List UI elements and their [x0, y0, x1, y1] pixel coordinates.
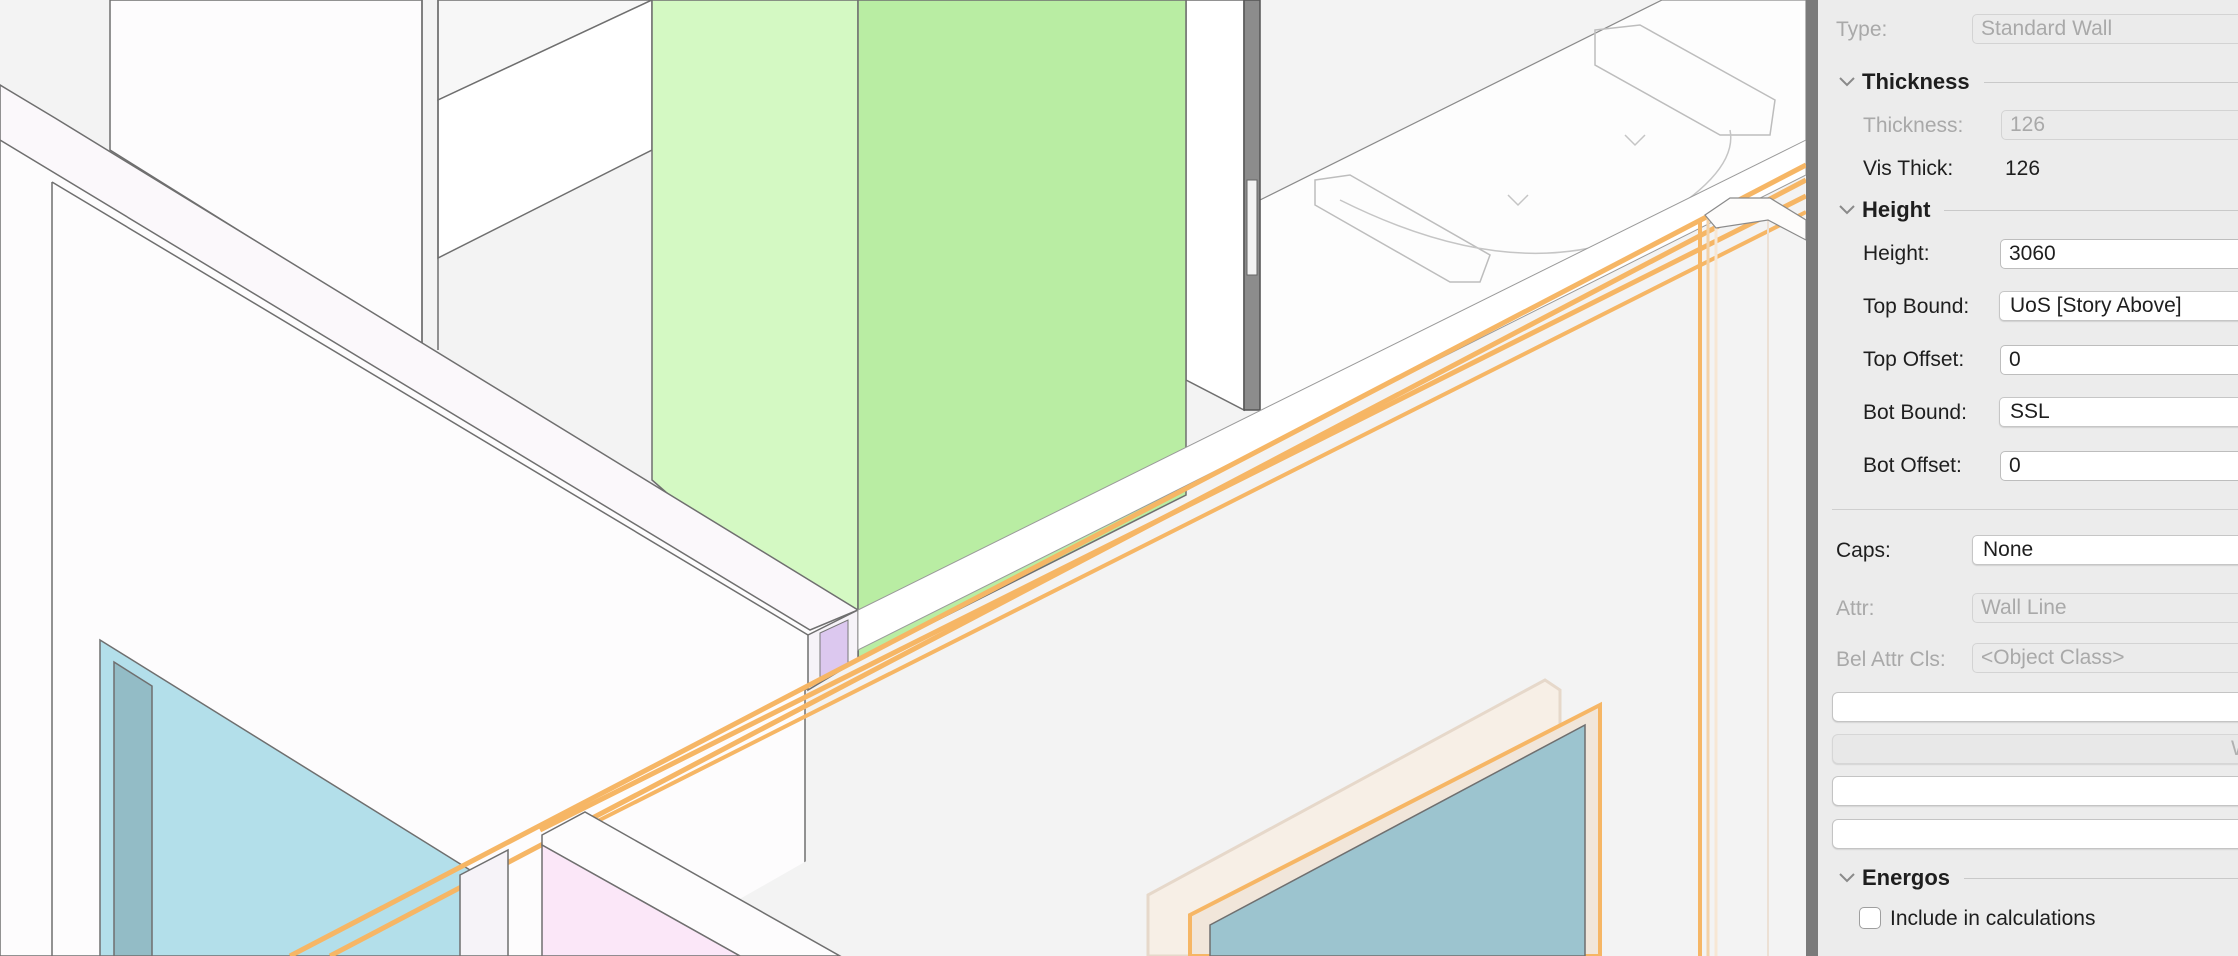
section-rule: [1944, 209, 2238, 211]
panel-splitter[interactable]: [1806, 0, 1818, 956]
attr-label: Attr:: [1836, 597, 1875, 620]
chevron-down-icon: [1839, 205, 1855, 215]
type-field: Standard Wall: [1972, 14, 2238, 44]
section-rule: [1964, 877, 2238, 879]
window-frame: [113, 660, 153, 956]
isometric-model-view[interactable]: [0, 0, 1806, 956]
attr-field: Wall Line: [1972, 593, 2238, 623]
caps-label: Caps:: [1836, 539, 1891, 562]
include-in-calculations-checkbox[interactable]: [1859, 907, 1881, 929]
button-label: W: [2231, 737, 2238, 760]
height-label: Height:: [1863, 242, 1930, 265]
top-offset-label: Top Offset:: [1863, 348, 1965, 371]
section-title: Thickness: [1862, 69, 1970, 94]
thickness-section-header[interactable]: Thickness: [1818, 67, 2238, 97]
panel-button-3[interactable]: [1832, 776, 2238, 806]
top-bound-label: Top Bound:: [1863, 295, 1970, 318]
type-label: Type:: [1836, 18, 1888, 41]
drawing-viewport[interactable]: [0, 0, 1806, 956]
section-rule: [1983, 81, 2238, 83]
vis-thick-label: Vis Thick:: [1863, 157, 1954, 180]
chevron-down-icon: [1839, 77, 1855, 87]
panel-button-1[interactable]: [1832, 692, 2238, 722]
wall-opening: [1246, 179, 1258, 276]
height-field[interactable]: 3060: [2000, 239, 2238, 269]
section-title: Height: [1862, 197, 1931, 222]
bot-bound-dropdown[interactable]: SSL: [1999, 397, 2238, 427]
include-in-calculations-label: Include in calculations: [1890, 907, 2096, 930]
bot-offset-label: Bot Offset:: [1863, 454, 1962, 477]
chevron-down-icon: [1839, 873, 1855, 883]
top-offset-field[interactable]: 0: [2000, 345, 2238, 375]
caps-dropdown[interactable]: None: [1972, 535, 2238, 565]
energos-section-header[interactable]: Energos: [1818, 863, 2238, 893]
panel-button-4[interactable]: [1832, 819, 2238, 849]
separator: [1832, 509, 2238, 510]
panel-button-2: W: [1832, 734, 2238, 764]
bot-bound-label: Bot Bound:: [1863, 401, 1967, 424]
section-title: Energos: [1862, 865, 1951, 890]
height-section-header[interactable]: Height: [1818, 195, 2238, 225]
thickness-field: 126: [2001, 110, 2238, 140]
thin-wall-face: [1185, 0, 1245, 412]
top-bound-dropdown[interactable]: UoS [Story Above]: [1999, 291, 2238, 321]
object-info-panel: Type: Standard Wall Thickness Thickness:…: [1818, 0, 2238, 956]
bot-offset-field[interactable]: 0: [2000, 451, 2238, 481]
bel-attr-cls-field: <Object Class>: [1972, 643, 2238, 673]
vis-thick-value: 126: [2005, 157, 2041, 180]
thickness-label: Thickness:: [1863, 114, 1964, 137]
bel-attr-cls-label: Bel Attr Cls:: [1836, 648, 1946, 671]
